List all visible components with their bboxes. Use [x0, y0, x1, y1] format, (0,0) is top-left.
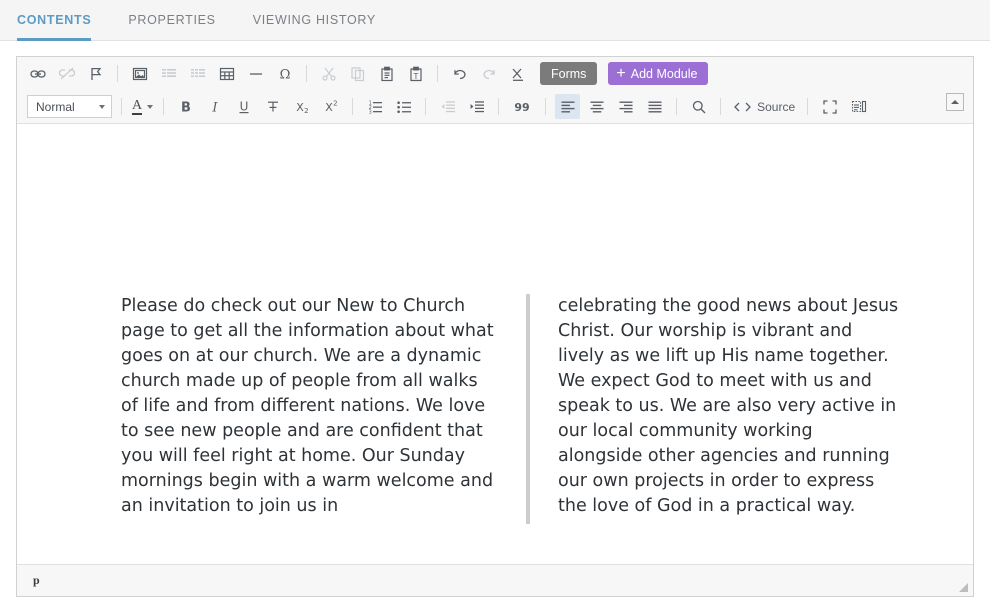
toolbar-separator	[807, 98, 808, 115]
tab-contents[interactable]: CONTENTS	[17, 0, 106, 41]
text-color-letter: A	[132, 99, 142, 115]
superscript-icon[interactable]: X 2	[318, 94, 343, 119]
subscript-icon[interactable]: X 2	[289, 94, 314, 119]
image-icon[interactable]	[127, 61, 152, 86]
tab-contents-label: CONTENTS	[17, 13, 91, 27]
forms-button[interactable]: Forms	[540, 62, 597, 85]
content-column-left[interactable]: Please do check out our New to Church pa…	[121, 294, 496, 524]
svg-text:2: 2	[304, 107, 308, 115]
copy-icon	[345, 61, 370, 86]
toolbar-separator	[498, 98, 499, 115]
element-path[interactable]: p	[33, 573, 40, 588]
toolbar-separator	[352, 98, 353, 115]
toolbar-separator	[545, 98, 546, 115]
justify-icon[interactable]	[642, 94, 667, 119]
paste-icon[interactable]	[374, 61, 399, 86]
numbered-list-icon[interactable]: 1 2 3	[362, 94, 387, 119]
paragraph-format-select[interactable]: Normal	[27, 95, 112, 118]
tab-properties[interactable]: PROPERTIES	[128, 0, 230, 41]
svg-text:I: I	[211, 100, 218, 115]
strikethrough-icon[interactable]	[260, 94, 285, 119]
content-column-left-text: Please do check out our New to Church pa…	[121, 294, 496, 519]
svg-text:Ω: Ω	[279, 67, 290, 82]
undo-icon[interactable]	[447, 61, 472, 86]
align-right-icon[interactable]	[613, 94, 638, 119]
chevron-down-icon	[147, 105, 153, 109]
toolbar-separator	[306, 65, 307, 82]
source-button[interactable]: Source	[728, 95, 800, 119]
two-column-module: Please do check out our New to Church pa…	[121, 294, 911, 524]
tab-properties-label: PROPERTIES	[128, 13, 215, 27]
toolbar-row-1: Ω	[17, 57, 973, 90]
list-grid-icon	[185, 61, 210, 86]
content-column-right-text: celebrating the good news about Jesus Ch…	[558, 294, 901, 519]
remove-format-icon[interactable]	[505, 61, 530, 86]
outdent-icon	[435, 94, 460, 119]
italic-icon[interactable]: I	[202, 94, 227, 119]
redo-icon	[476, 61, 501, 86]
toolbar-separator	[720, 98, 721, 115]
rich-text-editor: Ω	[16, 56, 974, 597]
editor-toolbar: Ω	[17, 57, 973, 124]
align-left-icon[interactable]	[555, 94, 580, 119]
editor-status-bar: p	[17, 564, 973, 596]
maximize-icon[interactable]	[817, 94, 842, 119]
bold-icon[interactable]: B	[173, 94, 198, 119]
add-module-button-label: Add Module	[631, 67, 698, 81]
svg-text:T: T	[412, 72, 418, 81]
code-brackets-icon	[733, 101, 753, 113]
svg-text:U: U	[239, 99, 248, 113]
indent-icon[interactable]	[464, 94, 489, 119]
svg-text:2: 2	[333, 99, 337, 107]
special-character-icon[interactable]: Ω	[272, 61, 297, 86]
svg-text:B: B	[181, 100, 191, 115]
anchor-flag-icon[interactable]	[83, 61, 108, 86]
forms-button-label: Forms	[551, 67, 586, 81]
content-column-right[interactable]: celebrating the good news about Jesus Ch…	[526, 294, 901, 524]
resize-grip-icon[interactable]	[955, 579, 968, 592]
cut-icon	[316, 61, 341, 86]
triangle-up-icon	[951, 100, 959, 104]
horizontal-rule-icon[interactable]	[243, 61, 268, 86]
bulleted-list-icon[interactable]	[391, 94, 416, 119]
tab-viewing-history-label: VIEWING HISTORY	[253, 13, 376, 27]
collapse-toolbar-icon[interactable]	[946, 93, 964, 111]
search-icon[interactable]	[686, 94, 711, 119]
add-module-button[interactable]: + Add Module	[608, 62, 708, 85]
paste-as-text-icon[interactable]: T	[403, 61, 428, 86]
toolbar-separator	[437, 65, 438, 82]
list-block-icon	[156, 61, 181, 86]
show-blocks-icon[interactable]	[846, 94, 871, 119]
toolbar-separator	[117, 65, 118, 82]
svg-text:X: X	[296, 101, 304, 114]
tab-bar: CONTENTS PROPERTIES VIEWING HISTORY	[0, 0, 990, 41]
paragraph-format-value: Normal	[36, 100, 75, 114]
source-button-label: Source	[757, 100, 795, 114]
editable-content-area[interactable]: Please do check out our New to Church pa…	[17, 124, 973, 564]
chevron-down-icon	[99, 105, 105, 109]
svg-text:3: 3	[368, 109, 371, 115]
toolbar-separator	[425, 98, 426, 115]
toolbar-separator	[676, 98, 677, 115]
toolbar-separator	[121, 98, 122, 115]
toolbar-row-2: Normal A B I U	[17, 90, 973, 123]
text-color-icon[interactable]: A	[129, 94, 156, 119]
toolbar-separator	[163, 98, 164, 115]
blockquote-icon[interactable]: 99	[508, 94, 536, 119]
svg-text:X: X	[325, 101, 333, 114]
unlink-icon	[54, 61, 79, 86]
align-center-icon[interactable]	[584, 94, 609, 119]
table-icon[interactable]	[214, 61, 239, 86]
svg-text:99: 99	[514, 101, 529, 114]
underline-icon[interactable]: U	[231, 94, 256, 119]
tab-viewing-history[interactable]: VIEWING HISTORY	[253, 0, 391, 41]
plus-icon: +	[616, 66, 625, 82]
link-icon[interactable]	[25, 61, 50, 86]
